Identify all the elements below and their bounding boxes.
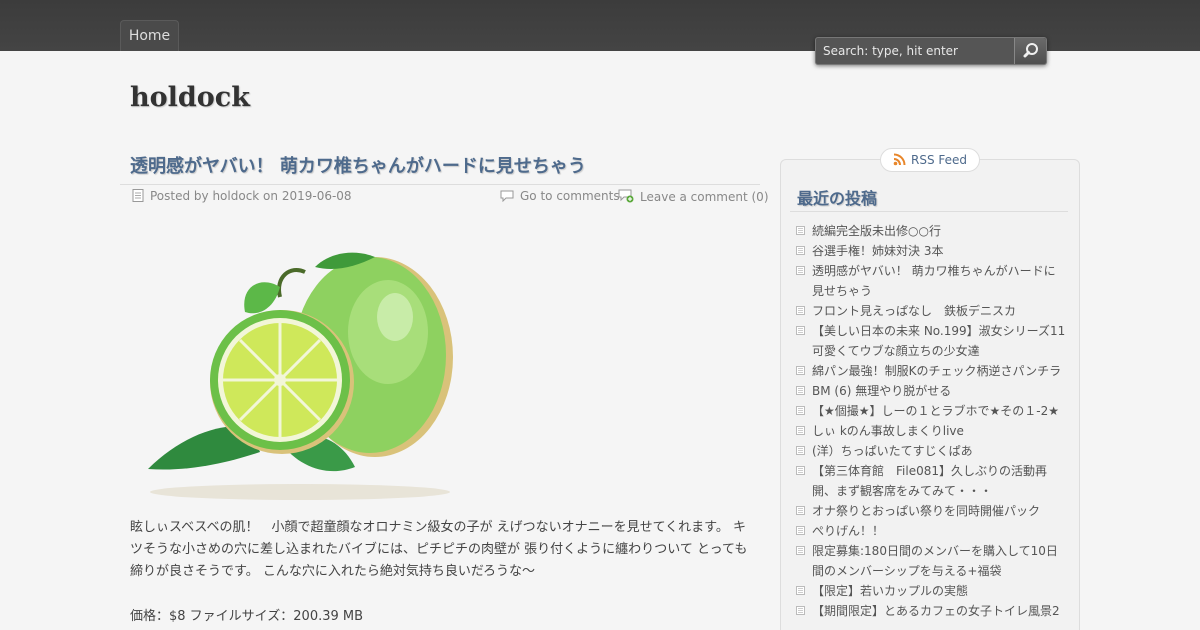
document-icon [132,189,144,202]
recent-post-link[interactable]: しぃ kのん事故しまくりlive [812,424,964,438]
post-meta-posted: Posted by holdock on 2019-06-08 [132,189,352,203]
list-bullet-icon [796,586,805,595]
list-bullet-icon [796,326,805,335]
recent-post-link[interactable]: 【美しい日本の未来 No.199】淑女シリーズ11 可愛くてウブな顔立ちの少女達 [812,324,1077,358]
post-price-info: 価格：$8 ファイルサイズ：200.39 MB [130,609,364,624]
rss-feed-link[interactable]: RSS Feed [880,148,980,172]
list-bullet-icon [796,406,805,415]
recent-post-link[interactable]: 【期間限定】とあるカフェの女子トイレ風景2 [812,604,1060,618]
recent-post-item[interactable]: オナ祭りとおっぱい祭りを同時開催パック [796,501,1066,521]
recent-post-item[interactable]: しぃ kのん事故しまくりlive [796,421,1066,441]
recent-post-item[interactable]: 【第三体育館 File081】久しぶりの活動再開、まず観客席をみてみて・・・ [796,461,1066,501]
post-body-text: 眩しぃスベスベの肌！ 小顔で超童顔なオロナミン級女の子が えげつないオナニーを見… [130,520,748,579]
list-bullet-icon [796,446,805,455]
recent-post-link[interactable]: (洋）ちっぱいたてすじくぱあ [812,444,973,458]
recent-post-link[interactable]: 【第三体育館 File081】久しぶりの活動再開、まず観客席をみてみて・・・ [812,464,1047,498]
rss-feed-label: RSS Feed [911,153,968,167]
rss-icon [893,153,906,166]
recent-post-item[interactable]: 続編完全版未出修○○行 [796,221,1066,241]
leave-comment-text: Leave a comment (0) [640,190,769,204]
recent-post-item[interactable]: 【限定】若いカップルの実態 [796,581,1066,601]
list-bullet-icon [796,226,805,235]
list-bullet-icon [796,506,805,515]
search-button[interactable] [1014,38,1046,64]
recent-posts-title: 最近の投稿 [797,189,878,208]
speech-bubble-icon [500,190,514,202]
post-title[interactable]: 透明感がヤバい！ 萌カワ椎ちゃんがハードに見せちゃう [130,152,586,178]
list-bullet-icon [796,606,805,615]
recent-post-link[interactable]: BM (6) 無理やり脱がせる [812,384,951,398]
search-box [815,37,1047,65]
recent-post-item[interactable]: 【美しい日本の未来 No.199】淑女シリーズ11 可愛くてウブな顔立ちの少女達 [796,321,1077,361]
post-meta-posted-text: Posted by holdock on 2019-06-08 [150,189,352,203]
recent-post-item[interactable]: フロント見えっぱなし 鉄板デニスカ [796,301,1066,321]
list-bullet-icon [796,426,805,435]
recent-post-link[interactable]: 【★個撮★】しーの１とラブホで★その１-2★ [812,404,1059,418]
recent-posts-list: 続編完全版未出修○○行 谷選手権！姉妹対決 3本 透明感がヤバい！ 萌カワ椎ちゃ… [796,221,1077,621]
recent-post-item[interactable]: 【★個撮★】しーの１とラブホで★その１-2★ [796,401,1066,421]
recent-post-item[interactable]: 【期間限定】とあるカフェの女子トイレ風景2 [796,601,1066,621]
recent-post-item[interactable]: 限定募集:180日間のメンバーを購入して10日間のメンバーシップを与える+福袋 [796,541,1066,581]
recent-post-link[interactable]: 綿パン最強！制服Kのチェック柄逆さパンチラ [812,364,1061,378]
leave-comment-link[interactable]: Leave a comment (0) [618,189,769,204]
list-bullet-icon [796,386,805,395]
recent-post-item[interactable]: 谷選手権！姉妹対決 3本 [796,241,1066,261]
nav-home-tab[interactable]: Home [120,20,179,51]
recent-post-link[interactable]: 【限定】若いカップルの実態 [812,584,968,598]
go-to-comments-link[interactable]: Go to comments [500,189,620,203]
recent-post-item[interactable]: 綿パン最強！制服Kのチェック柄逆さパンチラ [796,361,1066,381]
recent-post-link[interactable]: ぺりげん！！ [812,524,884,538]
recent-post-link[interactable]: フロント見えっぱなし 鉄板デニスカ [812,304,1016,318]
list-bullet-icon [796,366,805,375]
go-to-comments-text: Go to comments [520,189,620,203]
list-bullet-icon [796,546,805,555]
recent-post-item[interactable]: ぺりげん！！ [796,521,1066,541]
search-input[interactable] [818,40,1014,62]
recent-post-item[interactable]: (洋）ちっぱいたてすじくぱあ [796,441,1066,461]
post-title-divider [120,184,760,185]
list-bullet-icon [796,526,805,535]
list-bullet-icon [796,246,805,255]
recent-post-link[interactable]: 谷選手権！姉妹対決 3本 [812,244,943,258]
recent-post-link[interactable]: 続編完全版未出修○○行 [812,224,941,238]
list-bullet-icon [796,466,805,475]
list-bullet-icon [796,266,805,275]
recent-posts-divider [790,211,1068,212]
site-title[interactable]: holdock [130,82,250,113]
recent-post-link[interactable]: オナ祭りとおっぱい祭りを同時開催パック [812,504,1040,518]
recent-post-link[interactable]: 限定募集:180日間のメンバーを購入して10日間のメンバーシップを与える+福袋 [812,544,1058,578]
search-icon [1023,43,1038,58]
recent-post-link[interactable]: 透明感がヤバい！ 萌カワ椎ちゃんがハードに見せちゃう [812,264,1056,298]
recent-post-item[interactable]: 透明感がヤバい！ 萌カワ椎ちゃんがハードに見せちゃう [796,261,1066,301]
post-image-lime [148,252,453,500]
recent-post-item[interactable]: BM (6) 無理やり脱がせる [796,381,1066,401]
list-bullet-icon [796,306,805,315]
add-comment-icon [618,189,634,203]
